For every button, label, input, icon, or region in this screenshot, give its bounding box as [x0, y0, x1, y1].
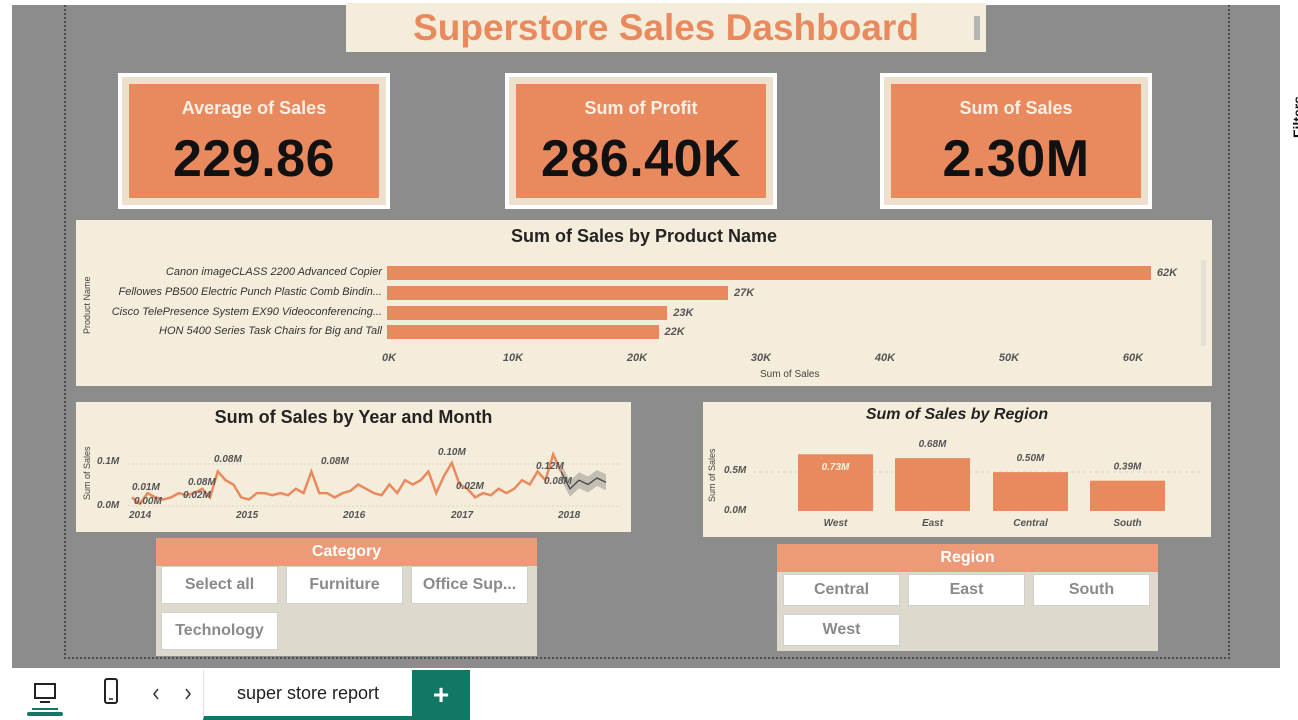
region-slicer: Region Central East South West: [777, 544, 1158, 651]
desktop-layout-icon[interactable]: [27, 676, 63, 716]
y-tick-label: 0.1M: [97, 456, 120, 467]
y-tick-label: 0.0M: [724, 505, 747, 516]
region-category-label: East: [922, 518, 944, 529]
kpi-card-sum-sales[interactable]: Sum of Sales 2.30M: [880, 73, 1152, 209]
line-data-label: 0.08M: [544, 476, 572, 487]
slicer-option-furniture[interactable]: Furniture: [286, 566, 403, 604]
report-canvas-app: Filters Superstore Sales Dashboard Avera…: [0, 0, 1298, 720]
x-tick-label: 2015: [236, 510, 259, 521]
page-tabs-bar: super store report +: [0, 668, 1298, 720]
bar-data-label: 27K: [734, 287, 755, 299]
filters-pane-edge[interactable]: Filters: [1288, 96, 1298, 176]
region-data-label: 0.68M: [919, 439, 947, 450]
add-page-button[interactable]: +: [412, 670, 470, 720]
bar-data-label: 62K: [1156, 267, 1178, 279]
line-data-label: 0.02M: [456, 481, 484, 492]
kpi-label: Average of Sales: [181, 98, 327, 118]
bar-data-label: 22K: [664, 326, 685, 338]
bar-category-label: Canon imageCLASS 2200 Advanced Copier: [165, 266, 382, 278]
slicer-option-select-all[interactable]: Select all: [161, 566, 278, 604]
y-axis-label: Sum of Sales: [82, 446, 92, 500]
product-sales-chart[interactable]: Sum of Sales by Product Name Product Nam…: [76, 220, 1212, 386]
y-tick-label: 0.0M: [97, 500, 120, 511]
region-data-label: 0.39M: [1114, 462, 1142, 473]
slicer-option-east[interactable]: East: [908, 574, 1025, 606]
region-data-label: 0.73M: [822, 462, 850, 473]
line-data-label: 0.08M: [321, 456, 349, 467]
x-tick-label: 20K: [626, 352, 648, 364]
line-data-label: 0.01M: [132, 482, 160, 493]
bar-category-label: HON 5400 Series Task Chairs for Big and …: [159, 325, 382, 337]
tab-super-store-report[interactable]: super store report: [203, 670, 412, 720]
x-tick-label: 50K: [998, 352, 1020, 364]
chart-scrollbar[interactable]: [1201, 260, 1206, 346]
x-tick-label: 2016: [343, 510, 366, 521]
bar[interactable]: [387, 266, 1151, 280]
sales-by-region-chart[interactable]: Sum of Sales by Region 0.73M West 0.68M Eas…: [703, 402, 1211, 537]
kpi-card-sum-profit[interactable]: Sum of Profit 286.40K: [505, 73, 777, 209]
kpi-value: 2.30M: [942, 130, 1090, 188]
y-axis-label: Sum of Sales: [707, 448, 717, 502]
chart-title: Sum of Sales by Product Name: [510, 226, 778, 246]
line-data-label: 0.02M: [183, 490, 211, 501]
bar-category-label: Cisco TelePresence System EX90 Videoconf…: [111, 306, 382, 318]
bar-category-label: Fellowes PB500 Electric Punch Plastic Co…: [118, 286, 382, 298]
slicer-option-technology[interactable]: Technology: [161, 612, 278, 650]
x-tick-label: 2017: [451, 510, 474, 521]
region-category-label: West: [824, 518, 848, 529]
x-tick-label: 10K: [502, 352, 524, 364]
kpi-value: 229.86: [172, 130, 336, 188]
x-tick-label: 40K: [874, 352, 896, 364]
x-tick-label: 2018: [558, 510, 581, 521]
line-data-label: 0.00M: [134, 496, 162, 507]
region-bar[interactable]: [1090, 480, 1165, 511]
slicer-header: Region: [777, 544, 1158, 572]
kpi-value: 286.40K: [540, 130, 742, 188]
slicer-header: Category: [156, 538, 537, 566]
region-bar[interactable]: [993, 472, 1068, 511]
region-category-label: South: [1113, 518, 1141, 529]
kpi-label: Sum of Sales: [959, 98, 1073, 118]
line-data-label: 0.08M: [188, 477, 216, 488]
x-tick-label: 30K: [750, 352, 772, 364]
kpi-card-average-sales[interactable]: Average of Sales 229.86: [118, 73, 390, 209]
slicer-option-west[interactable]: West: [783, 614, 900, 646]
line-data-label: 0.10M: [438, 447, 466, 458]
mobile-layout-icon[interactable]: [98, 676, 124, 706]
dashboard-title-box: Superstore Sales Dashboard: [346, 3, 986, 52]
sales-by-year-month-chart[interactable]: Sum of Sales by Year and Month 0.01M 0.00…: [76, 402, 631, 532]
region-chart-svg: 0.73M West 0.68M East 0.50M Central 0.39M South: [753, 439, 1203, 529]
dashboard-title: Superstore Sales Dashboard: [413, 6, 919, 48]
y-axis-label: Product Name: [82, 276, 92, 334]
line-data-label: 0.12M: [536, 461, 564, 472]
chevron-right-icon[interactable]: [180, 684, 196, 704]
bar[interactable]: [387, 325, 659, 339]
bar-data-label: 23K: [673, 307, 694, 319]
region-data-label: 0.50M: [1017, 453, 1045, 464]
x-tick-label: 2014: [129, 510, 152, 521]
slicer-option-office-supplies[interactable]: Office Sup...: [411, 566, 528, 604]
x-tick-label: 0K: [381, 352, 397, 364]
region-bar[interactable]: [895, 458, 970, 511]
x-tick-label: 60K: [1122, 352, 1144, 364]
bar[interactable]: [387, 306, 668, 320]
chevron-left-icon[interactable]: [148, 684, 164, 704]
kpi-label: Sum of Profit: [584, 98, 698, 118]
slicer-option-south[interactable]: South: [1033, 574, 1150, 606]
title-scrollbar[interactable]: [974, 16, 980, 40]
region-category-label: Central: [1013, 518, 1048, 529]
x-axis-label: Sum of Sales: [760, 369, 820, 380]
line-data-label: 0.08M: [214, 454, 242, 465]
slicer-option-central[interactable]: Central: [783, 574, 900, 606]
y-tick-label: 0.5M: [724, 465, 747, 476]
category-slicer: Category Select all Furniture Office Sup…: [156, 538, 537, 656]
bar[interactable]: [387, 286, 728, 300]
